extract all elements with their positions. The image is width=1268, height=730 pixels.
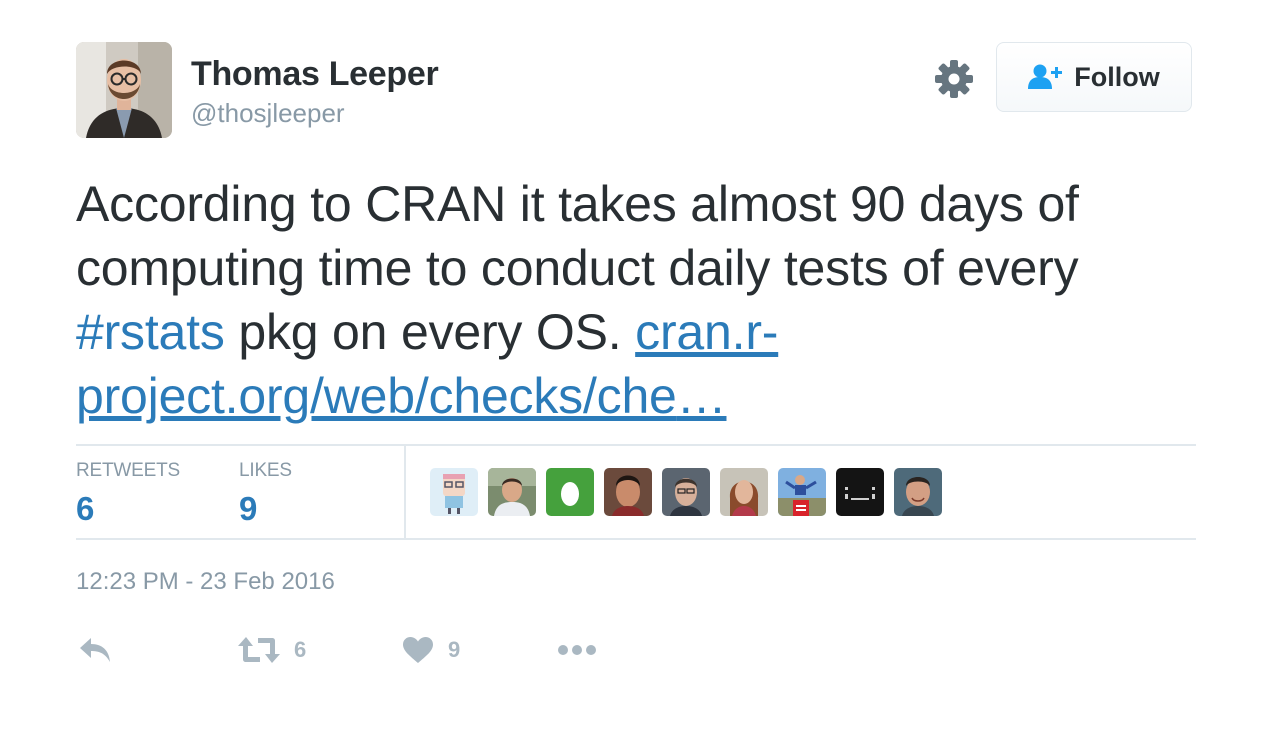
hashtag-link[interactable]: #rstats [76,304,225,360]
likes-stat[interactable]: LIKES 9 [239,460,292,528]
tweet-text-part: pkg on every OS. [224,304,636,360]
stats-vertical-divider [404,446,406,538]
person-add-icon [1028,64,1063,89]
liker-avatar[interactable] [778,468,826,516]
retweet-button[interactable]: 6 [238,630,306,670]
reply-icon [80,638,110,662]
author-avatar-image [76,42,172,138]
gear-icon[interactable] [934,59,974,99]
like-count: 9 [448,637,461,662]
retweets-stat[interactable]: RETWEETS 6 [76,460,180,528]
reply-button[interactable] [78,630,112,670]
retweets-count: 6 [76,490,95,527]
liker-avatar[interactable] [430,468,478,516]
likes-label: LIKES [239,460,292,481]
stats-top-divider [76,444,1196,446]
author-handle[interactable]: @thosjleeper [191,98,345,129]
follow-button[interactable]: Follow [996,42,1192,112]
author-display-name[interactable]: Thomas Leeper [191,55,439,94]
retweet-count: 6 [294,637,307,662]
likes-count: 9 [239,490,258,527]
tweet-text: According to CRAN it takes almost 90 day… [76,172,1186,428]
tweet-text-part: According to CRAN it takes almost 90 day… [76,176,1079,296]
liker-avatar[interactable] [836,468,884,516]
retweet-icon [238,637,280,663]
author-avatar[interactable] [76,42,172,138]
like-button[interactable]: 9 [402,630,460,670]
likers-avatars [430,468,942,516]
more-icon [558,645,596,655]
more-button[interactable] [557,630,597,670]
follow-button-label: Follow [1074,61,1160,92]
liker-avatar[interactable] [488,468,536,516]
heart-icon [403,637,433,663]
tweet-timestamp[interactable]: 12:23 PM - 23 Feb 2016 [76,568,335,596]
liker-avatar[interactable] [546,468,594,516]
retweets-label: RETWEETS [76,460,180,481]
liker-avatar[interactable] [662,468,710,516]
stats-bottom-divider [76,538,1196,540]
liker-avatar[interactable] [604,468,652,516]
url-link-ellipsis: … [676,368,727,424]
liker-avatar[interactable] [894,468,942,516]
liker-avatar[interactable] [720,468,768,516]
